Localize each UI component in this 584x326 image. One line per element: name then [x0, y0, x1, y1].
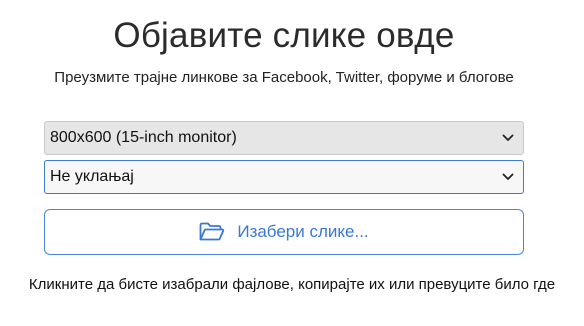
page-title: Објавите слике овде	[113, 16, 455, 55]
remove-after-select-value: Не уклањај	[50, 168, 134, 185]
folder-open-icon	[199, 221, 225, 243]
choose-images-label: Изабери слике...	[237, 222, 369, 241]
choose-images-button[interactable]: Изабери слике...	[44, 209, 524, 255]
resolution-select-value: 800x600 (15-inch monitor)	[50, 129, 237, 146]
remove-after-select[interactable]: Не уклањај	[44, 160, 524, 194]
resolution-select[interactable]: 800x600 (15-inch monitor)	[44, 121, 524, 155]
chevron-down-icon	[501, 170, 515, 184]
upload-hint: Кликните да бисте изабрали фајлове, копи…	[28, 276, 556, 293]
page-subtitle: Преузмите трајне линкове за Facebook, Tw…	[54, 69, 514, 86]
chevron-down-icon	[501, 131, 515, 145]
